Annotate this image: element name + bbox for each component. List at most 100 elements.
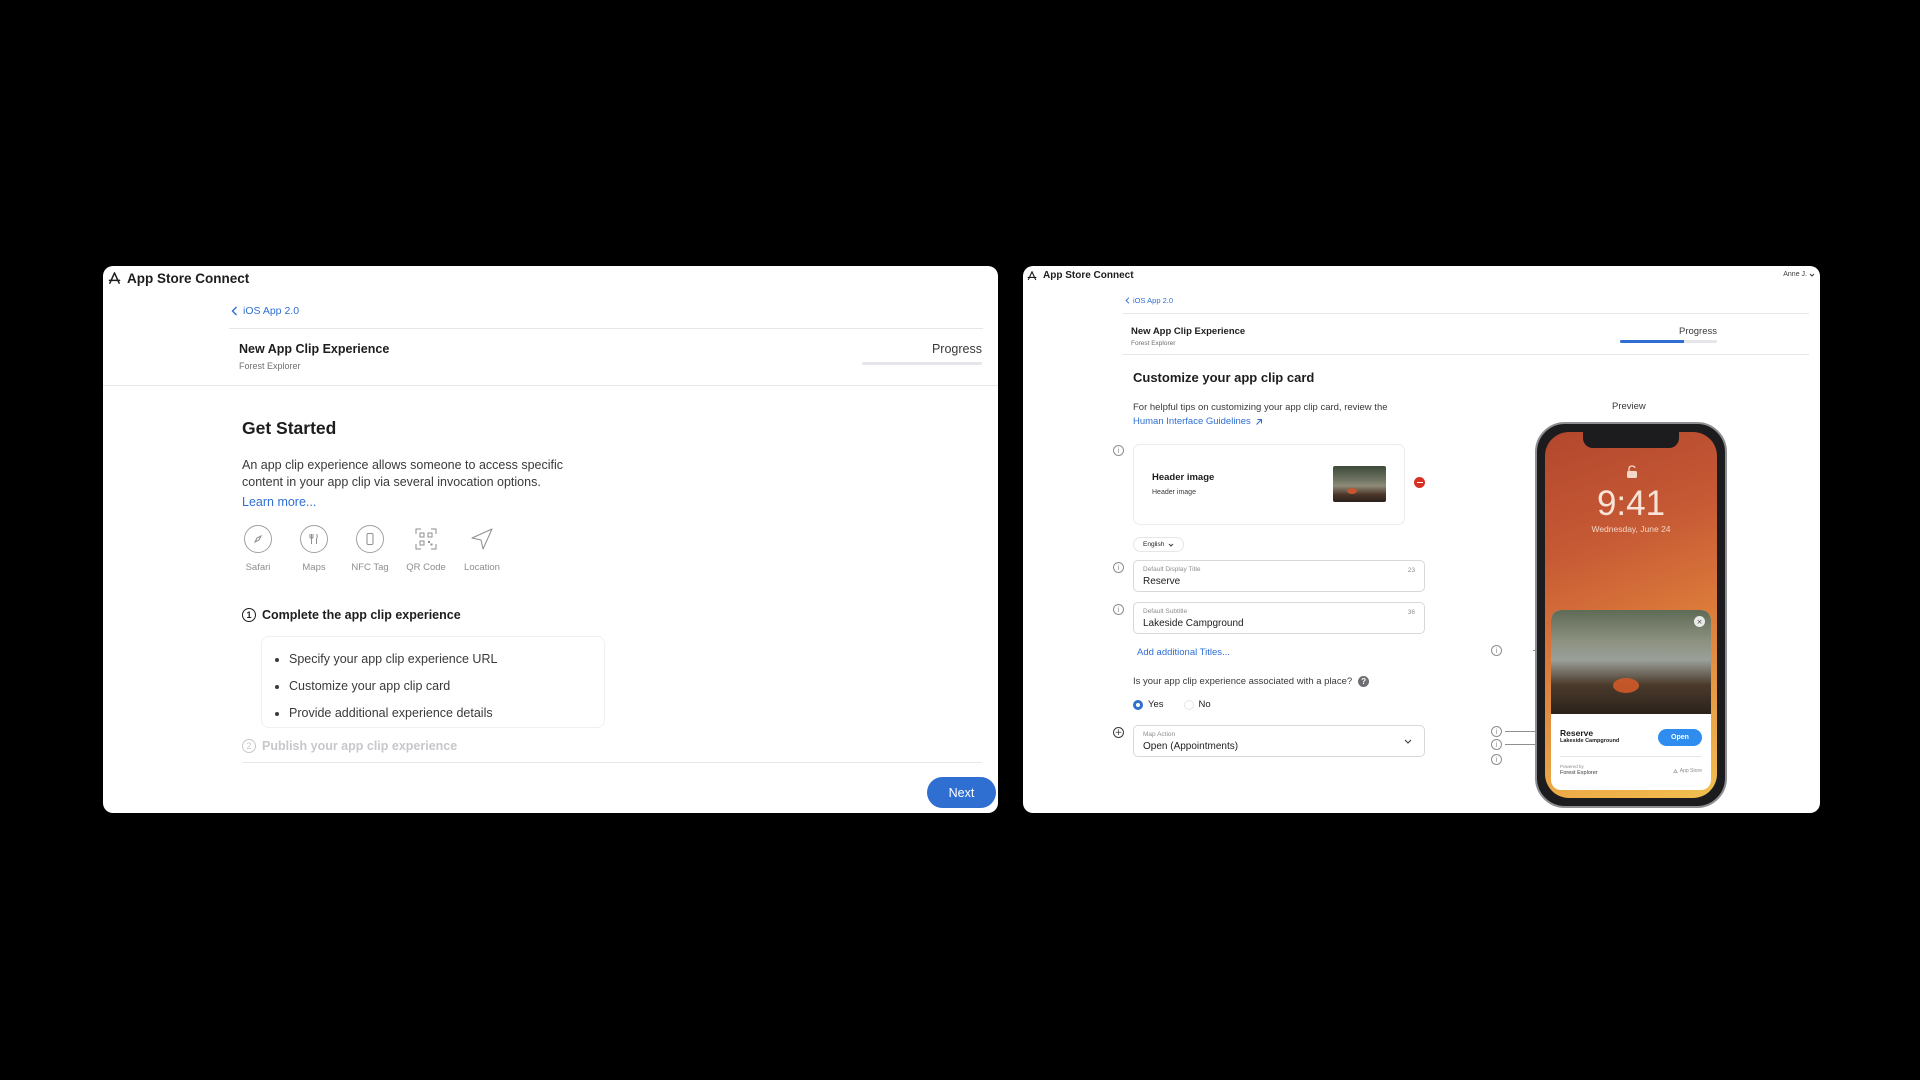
app-store-connect-window-right: App Store Connect Anne J. iOS App 2.0 Ne… xyxy=(1023,266,1820,813)
page-title: New App Clip Experience xyxy=(1131,326,1246,337)
radio-yes[interactable]: Yes xyxy=(1133,699,1164,710)
step-2: 2 Publish your app clip experience xyxy=(242,739,457,753)
breadcrumb[interactable]: iOS App 2.0 xyxy=(231,305,299,317)
display-title-field[interactable]: Default Display Title Reserve 23 xyxy=(1133,560,1425,592)
radio-no[interactable]: No xyxy=(1183,699,1211,710)
callout-line xyxy=(1505,731,1535,732)
divider xyxy=(103,385,998,386)
add-icon[interactable]: + xyxy=(1113,727,1124,738)
location-arrow-icon xyxy=(468,525,496,553)
invocation-qr: QR Code xyxy=(404,525,448,573)
field-value: Open (Appointments) xyxy=(1143,741,1239,752)
chevron-left-icon xyxy=(1125,297,1130,304)
add-titles-link[interactable]: Add additional Titles... xyxy=(1137,647,1230,658)
field-label: Default Display Title xyxy=(1143,566,1201,573)
breadcrumb-link[interactable]: iOS App 2.0 xyxy=(1133,296,1173,305)
char-counter: 36 xyxy=(1407,609,1415,616)
info-icon[interactable]: i xyxy=(1491,726,1502,737)
field-label: Default Subtitle xyxy=(1143,608,1188,615)
invocation-label: Safari xyxy=(245,562,271,573)
step-title: Complete the app clip experience xyxy=(262,608,461,622)
subtitle-field[interactable]: Default Subtitle Lakeside Campground 36 xyxy=(1133,602,1425,634)
breadcrumb[interactable]: iOS App 2.0 xyxy=(1125,296,1173,305)
divider xyxy=(243,762,982,763)
powered-by-label: Powered by xyxy=(1560,764,1584,769)
info-icon[interactable]: i xyxy=(1113,604,1124,615)
chevron-down-icon xyxy=(1404,739,1412,744)
brand-name: App Store Connect xyxy=(127,271,250,286)
divider xyxy=(1123,354,1809,355)
card-header-image: × xyxy=(1551,610,1711,714)
invocation-label: NFC Tag xyxy=(351,562,389,573)
page-title: New App Clip Experience xyxy=(239,342,390,356)
header-image-card: Header image Header image xyxy=(1133,444,1405,525)
chevron-down-icon xyxy=(1168,543,1174,547)
info-icon[interactable]: i xyxy=(1491,739,1502,750)
card-subtitle: Lakeside Campground xyxy=(1560,738,1620,744)
next-button[interactable]: Next xyxy=(927,777,996,808)
invocation-safari: Safari xyxy=(236,525,280,573)
info-icon[interactable]: i xyxy=(1113,562,1124,573)
app-store-icon xyxy=(1673,768,1678,773)
radio-label: No xyxy=(1198,699,1211,710)
progress-label: Progress xyxy=(1678,326,1717,337)
map-action-select[interactable]: Map Action Open (Appointments) xyxy=(1133,725,1425,757)
lock-screen-time: 9:41 xyxy=(1596,484,1666,523)
place-question-text: Is your app clip experience associated w… xyxy=(1133,676,1353,687)
divider xyxy=(229,328,983,329)
brand-header: App Store Connect xyxy=(1027,270,1134,281)
app-store-badge[interactable]: App Store xyxy=(1673,768,1702,774)
hig-link[interactable]: Human Interface Guidelines xyxy=(1133,416,1263,427)
remove-icon[interactable] xyxy=(1414,477,1425,488)
header-image-thumbnail[interactable] xyxy=(1333,466,1386,502)
place-radio-group: Yes No xyxy=(1133,699,1211,710)
app-clip-card: × Reserve Lakeside Campground Open Power… xyxy=(1551,610,1711,790)
learn-more-link[interactable]: Learn more... xyxy=(242,495,316,509)
divider xyxy=(1123,313,1809,314)
lock-screen-date: Wednesday, June 24 xyxy=(1591,524,1671,534)
info-icon[interactable]: i xyxy=(1491,754,1502,765)
progress-fill xyxy=(1620,340,1685,343)
brand-header: App Store Connect xyxy=(108,271,249,286)
preview-label: Preview xyxy=(1612,401,1646,412)
compass-icon xyxy=(244,525,272,553)
app-store-label: App Store xyxy=(1679,768,1702,774)
app-store-connect-window-left: App Store Connect iOS App 2.0 New App Cl… xyxy=(103,266,998,813)
breadcrumb-link[interactable]: iOS App 2.0 xyxy=(243,305,299,317)
step-1-card: Specify your app clip experience URL Cus… xyxy=(261,636,605,728)
help-icon[interactable]: ? xyxy=(1358,676,1370,687)
card-open-button[interactable]: Open xyxy=(1658,729,1702,746)
close-icon[interactable]: × xyxy=(1694,616,1705,627)
app-store-icon xyxy=(1027,270,1037,280)
header-image-title: Header image xyxy=(1152,472,1215,483)
hig-link-label[interactable]: Human Interface Guidelines xyxy=(1133,416,1251,427)
qr-code-icon xyxy=(412,525,440,553)
language-value: English xyxy=(1143,541,1165,548)
phone-preview: 9:41 Wednesday, June 24 × Reserve Lakesi… xyxy=(1535,422,1727,808)
user-menu[interactable]: Anne J. xyxy=(1783,271,1815,278)
field-label: Map Action xyxy=(1143,731,1176,738)
progress-label: Progress xyxy=(931,342,982,356)
radio-unselected-icon xyxy=(1183,699,1194,710)
fork-knife-icon xyxy=(300,525,328,553)
callout-line xyxy=(1505,744,1535,745)
step-1-task-list: Specify your app clip experience URL Cus… xyxy=(289,646,497,727)
page-subtitle: Forest Explorer xyxy=(239,361,301,371)
invocation-label: Maps xyxy=(302,562,326,573)
info-icon[interactable]: i xyxy=(1491,645,1502,656)
list-item: Provide additional experience details xyxy=(289,700,497,727)
list-item: Customize your app clip card xyxy=(289,673,497,700)
invocation-location: Location xyxy=(460,525,504,573)
description: An app clip experience allows someone to… xyxy=(242,458,564,489)
info-icon[interactable]: i xyxy=(1113,445,1124,456)
card-app-name: Forest Explorer xyxy=(1560,770,1598,776)
language-dropdown[interactable]: English xyxy=(1133,537,1185,552)
invocation-options: Safari Maps NFC Tag QR Code Location xyxy=(236,525,504,573)
brand-name: App Store Connect xyxy=(1043,270,1134,281)
section-heading: Get Started xyxy=(242,418,337,438)
divider xyxy=(1560,756,1702,757)
invocation-maps: Maps xyxy=(292,525,336,573)
radio-label: Yes xyxy=(1148,699,1164,710)
step-number: 1 xyxy=(242,608,256,622)
step-1: 1 Complete the app clip experience xyxy=(242,608,461,622)
